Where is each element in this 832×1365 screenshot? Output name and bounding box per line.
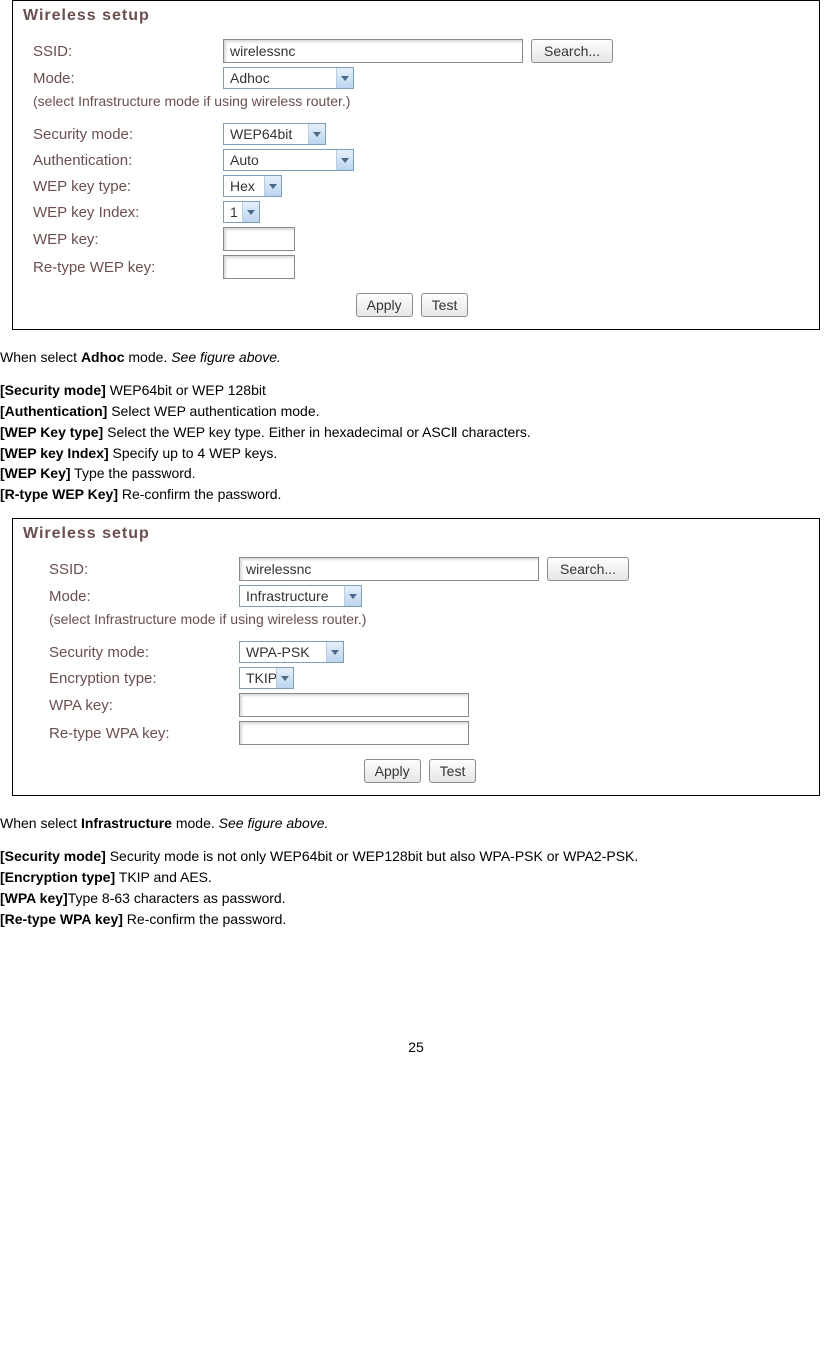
infrastructure-intro: When select Infrastructure mode. See fig… xyxy=(0,814,832,833)
security-mode-select[interactable]: WEP64bit xyxy=(223,123,326,145)
adhoc-intro: When select Adhoc mode. See figure above… xyxy=(0,348,832,367)
field-name: [Re-type WPA key] xyxy=(0,911,123,927)
wep-key-index-value: 1 xyxy=(224,202,242,222)
field-desc: Type the password. xyxy=(71,465,196,481)
infrastructure-description-list: [Security mode] Security mode is not onl… xyxy=(0,847,832,929)
page-number: 25 xyxy=(0,1039,832,1055)
chevron-down-icon xyxy=(264,176,281,196)
security-mode-label: Security mode: xyxy=(49,644,239,661)
field-desc: Type 8-63 characters as password. xyxy=(68,890,286,906)
search-button[interactable]: Search... xyxy=(531,39,613,63)
security-mode-select[interactable]: WPA-PSK xyxy=(239,641,344,663)
adhoc-description-list: [Security mode] WEP64bit or WEP 128bit [… xyxy=(0,381,832,504)
security-mode-label: Security mode: xyxy=(33,126,223,143)
mode-hint: (select Infrastructure mode if using wir… xyxy=(33,93,811,109)
field-name: [WEP Key] xyxy=(0,465,71,481)
field-desc: Select WEP authentication mode. xyxy=(107,403,319,419)
encryption-type-select[interactable]: TKIP xyxy=(239,667,294,689)
mode-select[interactable]: Infrastructure xyxy=(239,585,362,607)
apply-button[interactable]: Apply xyxy=(356,293,413,317)
field-name: [Authentication] xyxy=(0,403,107,419)
test-button[interactable]: Test xyxy=(429,759,477,783)
mode-label: Mode: xyxy=(33,70,223,87)
encryption-type-label: Encryption type: xyxy=(49,670,239,687)
wireless-setup-figure-1: Wireless setup SSID: Search... Mode: Adh… xyxy=(12,0,820,330)
field-desc: TKIP and AES. xyxy=(115,869,212,885)
field-name: [Security mode] xyxy=(0,382,106,398)
mode-select[interactable]: Adhoc xyxy=(223,67,354,89)
retype-wep-key-label: Re-type WEP key: xyxy=(33,259,223,276)
field-name: [Security mode] xyxy=(0,848,106,864)
chevron-down-icon xyxy=(336,150,353,170)
wep-key-label: WEP key: xyxy=(33,231,223,248)
field-name: [WEP Key type] xyxy=(0,424,103,440)
ssid-label: SSID: xyxy=(49,561,239,578)
text-bold: Infrastructure xyxy=(81,815,172,831)
text: mode. xyxy=(125,349,172,365)
retype-wpa-key-input[interactable] xyxy=(239,721,469,745)
chevron-down-icon xyxy=(326,642,343,662)
field-name: [WEP key Index] xyxy=(0,445,109,461)
retype-wpa-key-label: Re-type WPA key: xyxy=(49,725,239,742)
mode-value: Adhoc xyxy=(224,68,336,88)
authentication-label: Authentication: xyxy=(33,152,223,169)
chevron-down-icon xyxy=(336,68,353,88)
field-desc: WEP64bit or WEP 128bit xyxy=(106,382,266,398)
figure-title: Wireless setup xyxy=(23,7,811,25)
ssid-label: SSID: xyxy=(33,43,223,60)
field-name: [R-type WEP Key] xyxy=(0,486,118,502)
authentication-select[interactable]: Auto xyxy=(223,149,354,171)
test-button[interactable]: Test xyxy=(421,293,469,317)
text: When select xyxy=(0,815,81,831)
field-desc: Re-confirm the password. xyxy=(118,486,281,502)
wep-key-index-select[interactable]: 1 xyxy=(223,201,260,223)
chevron-down-icon xyxy=(344,586,361,606)
field-desc: Specify up to 4 WEP keys. xyxy=(109,445,278,461)
chevron-down-icon xyxy=(308,124,325,144)
text: mode. xyxy=(172,815,219,831)
mode-label: Mode: xyxy=(49,588,239,605)
field-name: [WPA key] xyxy=(0,890,68,906)
wep-key-type-value: Hex xyxy=(224,176,264,196)
authentication-value: Auto xyxy=(224,150,336,170)
text-italic: See figure above. xyxy=(219,815,329,831)
wpa-key-label: WPA key: xyxy=(49,697,239,714)
ssid-input[interactable] xyxy=(239,557,539,581)
text: When select xyxy=(0,349,81,365)
wpa-key-input[interactable] xyxy=(239,693,469,717)
retype-wep-key-input[interactable] xyxy=(223,255,295,279)
search-button[interactable]: Search... xyxy=(547,557,629,581)
security-mode-value: WPA-PSK xyxy=(240,642,326,662)
wep-key-type-select[interactable]: Hex xyxy=(223,175,282,197)
figure-title: Wireless setup xyxy=(23,525,811,543)
field-name: [Encryption type] xyxy=(0,869,115,885)
mode-hint: (select Infrastructure mode if using wir… xyxy=(49,611,811,627)
encryption-type-value: TKIP xyxy=(240,668,276,688)
ssid-input[interactable] xyxy=(223,39,523,63)
apply-button[interactable]: Apply xyxy=(364,759,421,783)
mode-value: Infrastructure xyxy=(240,586,344,606)
field-desc: Security mode is not only WEP64bit or WE… xyxy=(106,848,638,864)
field-desc: Select the WEP key type. Either in hexad… xyxy=(103,424,531,440)
text-bold: Adhoc xyxy=(81,349,125,365)
wep-key-input[interactable] xyxy=(223,227,295,251)
security-mode-value: WEP64bit xyxy=(224,124,308,144)
wep-key-type-label: WEP key type: xyxy=(33,178,223,195)
chevron-down-icon xyxy=(276,668,293,688)
wireless-setup-figure-2: Wireless setup SSID: Search... Mode: Inf… xyxy=(12,518,820,796)
field-desc: Re-confirm the password. xyxy=(123,911,286,927)
text-italic: See figure above. xyxy=(171,349,281,365)
chevron-down-icon xyxy=(242,202,259,222)
wep-key-index-label: WEP key Index: xyxy=(33,204,223,221)
